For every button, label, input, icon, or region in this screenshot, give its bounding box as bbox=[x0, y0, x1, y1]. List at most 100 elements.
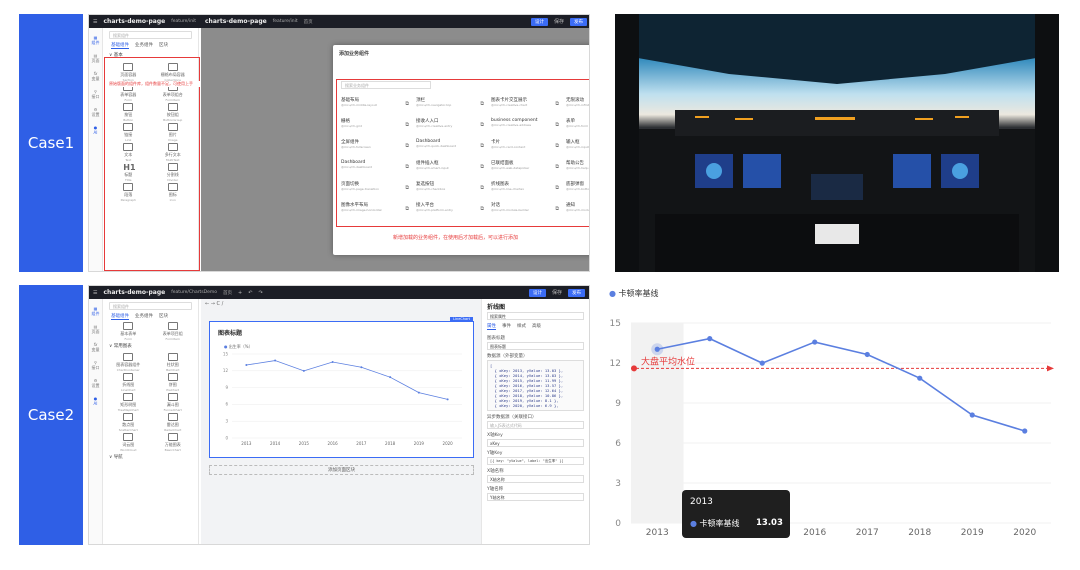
data-point[interactable] bbox=[759, 360, 765, 366]
data-source-code-editor[interactable]: [ { xKey: 2013, yValue: 13.03 }, { xKey:… bbox=[487, 360, 584, 411]
prop-ykey-input[interactable]: [{ key: "yValue", label: "出生率" }] bbox=[487, 457, 584, 465]
data-point[interactable] bbox=[864, 351, 870, 358]
rail-pages-c2[interactable]: ▤ 页面 bbox=[89, 324, 102, 335]
y-tick-label: 6 bbox=[225, 402, 228, 407]
data-point[interactable] bbox=[417, 391, 420, 394]
tab-advanced[interactable]: 高级 bbox=[532, 323, 541, 330]
group-charts[interactable]: ∨ 常用图表 bbox=[103, 341, 198, 351]
rail-ai-c2[interactable]: ● AI bbox=[89, 396, 102, 406]
tab-basic[interactable]: 基础组件 bbox=[111, 42, 129, 49]
component-en-name: FunnelChart bbox=[163, 408, 182, 412]
tab-props[interactable]: 属性 bbox=[487, 323, 496, 330]
menu-icon[interactable]: ☰ bbox=[93, 19, 97, 25]
editor-canvas: ← → C / LineChart 图表标题 ● 出生率（%） 0 3 6 9 12 15… bbox=[201, 299, 481, 544]
rail-vars-c2[interactable]: fx 变量 bbox=[89, 342, 102, 353]
chart-type-icon bbox=[167, 353, 178, 361]
tab-business[interactable]: 业务组件 bbox=[135, 42, 153, 49]
data-point[interactable] bbox=[969, 412, 975, 418]
line-chart-component[interactable]: LineChart 图表标题 ● 出生率（%） 0 3 6 9 12 15 2013 2014… bbox=[209, 317, 474, 458]
data-point[interactable] bbox=[812, 339, 818, 345]
component-item[interactable]: 散点图 ScatterChart bbox=[107, 413, 150, 432]
data-point[interactable] bbox=[917, 375, 923, 381]
data-point[interactable] bbox=[446, 398, 449, 401]
component-item[interactable]: 雷达图 RadarChart bbox=[152, 413, 195, 432]
rail-components[interactable]: ▦ 组件 bbox=[89, 35, 102, 46]
props-panel: 折线图 搜索属性 属性 事件 样式 高级 图表标题 图表标题 数据源（外部变量）… bbox=[481, 299, 589, 544]
tab-blocks-c2[interactable]: 区块 bbox=[159, 313, 168, 320]
component-item[interactable]: 漏斗图 FunnelChart bbox=[152, 393, 195, 412]
rail-api[interactable]: ⚲ 接口 bbox=[89, 89, 102, 100]
publish-button[interactable]: 发布 bbox=[570, 17, 587, 26]
app-title-2: charts-demo-page bbox=[205, 18, 267, 25]
branch-label[interactable]: feature/init bbox=[171, 19, 196, 24]
prop-xkey-input[interactable]: xKey bbox=[487, 439, 584, 447]
branch-label-2[interactable]: feature/init bbox=[273, 19, 298, 24]
prop-xname-input[interactable]: X轴名称 bbox=[487, 475, 584, 483]
component-search-input-c2[interactable]: 搜索组件 bbox=[109, 302, 192, 310]
data-point[interactable] bbox=[360, 366, 363, 369]
chart-type-icon bbox=[123, 373, 134, 381]
tab-business-c2[interactable]: 业务组件 bbox=[135, 313, 153, 320]
tab-blocks[interactable]: 区块 bbox=[159, 42, 168, 49]
save-button-c2[interactable]: 保存 bbox=[552, 289, 562, 296]
prop-async-input[interactable]: 输入JS表达式代码 bbox=[487, 421, 584, 429]
chart-type-icon bbox=[167, 433, 178, 441]
rail-settings-c2[interactable]: ⚙ 设置 bbox=[89, 378, 102, 389]
data-point[interactable] bbox=[707, 336, 713, 342]
props-search-input[interactable]: 搜索属性 bbox=[487, 312, 584, 320]
data-point[interactable] bbox=[274, 359, 277, 362]
rail-ai[interactable]: ● AI bbox=[89, 125, 102, 135]
page-select-c2[interactable]: 首页 bbox=[223, 290, 232, 296]
data-point[interactable] bbox=[389, 376, 392, 379]
y-tick-label: 15 bbox=[610, 319, 621, 329]
component-en-name: BasicChart bbox=[164, 448, 181, 452]
prop-title-input[interactable]: 图表标题 bbox=[487, 342, 584, 350]
props-title: 折线图 bbox=[487, 304, 506, 311]
series-line bbox=[657, 337, 1025, 432]
menu-icon-c2[interactable]: ☰ bbox=[93, 290, 97, 296]
component-item[interactable]: 矩形树图 TreeMapChart bbox=[107, 393, 150, 412]
data-point[interactable] bbox=[1022, 428, 1028, 434]
component-item[interactable]: 饼图 PieChart bbox=[152, 373, 195, 392]
component-item[interactable]: 词云图 WordCloud bbox=[107, 433, 150, 452]
chart-type-icon bbox=[167, 373, 178, 381]
tab-basic-c2[interactable]: 基础组件 bbox=[111, 313, 129, 320]
code-line: { xKey: 2020, yValue: 6.9 }, bbox=[490, 403, 559, 408]
group-nav[interactable]: ∨ 导航 bbox=[103, 452, 198, 462]
design-button-c2[interactable]: 设计 bbox=[528, 288, 546, 297]
data-point[interactable] bbox=[245, 364, 248, 367]
y-tick-label: 12 bbox=[610, 359, 621, 369]
page-select[interactable]: 首页 bbox=[304, 19, 313, 25]
component-item[interactable]: 万能图表 BasicChart bbox=[152, 433, 195, 452]
component-item[interactable]: 柱状图 BarChart bbox=[152, 353, 195, 372]
component-item[interactable]: 表单项目组 FormItem bbox=[152, 322, 195, 341]
component-en-name: Form bbox=[124, 337, 133, 341]
component-item[interactable]: 折线图 LineChart bbox=[107, 373, 150, 392]
publish-button-c2[interactable]: 发布 bbox=[568, 288, 585, 297]
rail-settings[interactable]: ⚙ 设置 bbox=[89, 107, 102, 118]
rail-api-c2[interactable]: ⚲ 接口 bbox=[89, 360, 102, 371]
add-block-area[interactable]: 添加页面区块 bbox=[209, 465, 474, 475]
data-point[interactable] bbox=[331, 361, 334, 364]
rail-pages[interactable]: ▤ 页面 bbox=[89, 53, 102, 64]
rail-components-c2[interactable]: ▦ 组件 bbox=[89, 306, 102, 317]
x-tick-label: 2020 bbox=[1013, 528, 1036, 538]
rail-vars[interactable]: fx 变量 bbox=[89, 71, 102, 82]
branch-label-c2[interactable]: feature/ChartsDemo bbox=[171, 290, 217, 295]
chart-svg: 03691215大盘平均水位20132014201520162017201820… bbox=[610, 319, 1054, 538]
data-point[interactable] bbox=[302, 369, 305, 372]
cancel-button[interactable]: 取消 bbox=[589, 243, 590, 253]
component-item[interactable]: 基本表单 Form bbox=[107, 322, 150, 341]
prop-yname-input[interactable]: Y轴名称 bbox=[487, 493, 584, 501]
component-search-input[interactable]: 搜索组件 bbox=[109, 31, 192, 39]
add-icon[interactable]: + bbox=[238, 290, 242, 296]
component-item[interactable]: 图表容器组件 ChartContainer bbox=[107, 353, 150, 372]
tab-events[interactable]: 事件 bbox=[502, 323, 511, 330]
tab-style[interactable]: 样式 bbox=[517, 323, 526, 330]
redo-icon[interactable]: ↷ bbox=[258, 290, 262, 296]
save-button[interactable]: 保存 bbox=[554, 18, 564, 25]
design-button[interactable]: 设计 bbox=[530, 17, 548, 26]
y-tick-label: 12 bbox=[223, 368, 229, 373]
undo-icon[interactable]: ↶ bbox=[248, 290, 252, 296]
x-tick-label: 2013 bbox=[241, 441, 252, 446]
